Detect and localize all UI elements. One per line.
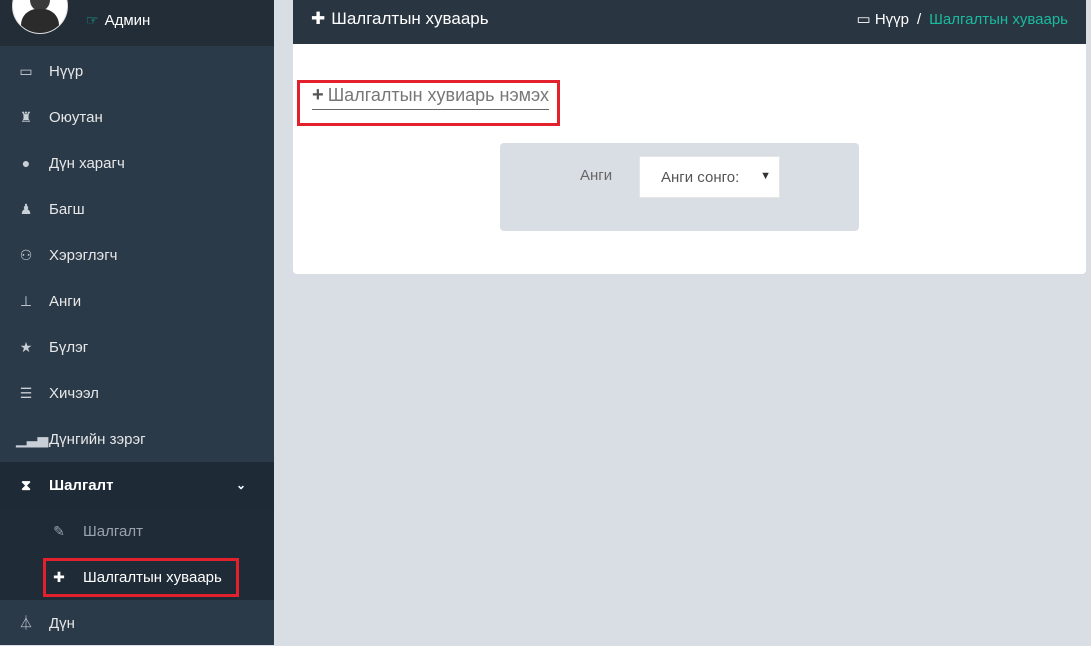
page-title: ✚ Шалгалтын хуваарь	[311, 9, 489, 29]
sidebar-item-label: Бүлэг	[49, 338, 89, 356]
sidebar-item-label: Дүн харагч	[49, 154, 125, 172]
class-filter: Анги Анги сонго: ▼	[500, 143, 859, 231]
class-filter-label: Анги	[580, 167, 613, 184]
breadcrumb-separator: /	[917, 10, 922, 28]
star-icon: ★	[19, 338, 33, 355]
breadcrumb-home[interactable]: ▭ Нүүр	[856, 10, 909, 28]
submenu-item-exams[interactable]: ✎ Шалгалт	[0, 508, 274, 554]
sidebar-item-label: Оюутан	[49, 108, 103, 126]
page-header: ✚ Шалгалтын хуваарь ▭ Нүүр / Шалгалтын х…	[293, 0, 1086, 44]
breadcrumb: ▭ Нүүр / Шалгалтын хуваарь	[856, 10, 1068, 29]
sidebar-item-label: Хичээл	[49, 384, 99, 402]
hand-pointer-icon: ☞	[86, 12, 99, 28]
page-title-text: Шалгалтын хуваарь	[331, 9, 489, 28]
flask-icon: ⏃	[19, 615, 33, 631]
sidebar-item-label: Багш	[49, 200, 85, 218]
signal-icon: ▁▃▅	[16, 430, 49, 447]
sidebar-item-users[interactable]: ⚇ Хэрэглэгч	[0, 232, 274, 278]
graduate-icon: ♜	[19, 108, 33, 125]
puzzle-icon: ✚	[311, 9, 326, 28]
pencil-icon: ✎	[53, 522, 65, 539]
highlight-box-sidebar	[43, 558, 239, 597]
sidebar-item-grade-levels[interactable]: ▁▃▅ Дүнгийн зэрэг	[0, 416, 274, 462]
sidebar-item-classes[interactable]: ⊥ Анги	[0, 278, 274, 324]
sidebar-item-teachers[interactable]: ♟ Багш	[0, 186, 274, 232]
sidebar-item-label: Дүн	[49, 614, 75, 632]
sidebar-item-grade-viewer[interactable]: ● Дүн харагч	[0, 140, 274, 186]
avatar[interactable]	[12, 0, 68, 34]
breadcrumb-current: Шалгалтын хуваарь	[929, 10, 1068, 28]
sidebar-item-label: Шалгалт	[49, 476, 114, 494]
highlight-box-main	[297, 80, 560, 126]
sidebar-item-grades[interactable]: ⏃ Дүн	[0, 600, 274, 646]
book-icon: ☰	[19, 384, 33, 401]
laptop-icon: ▭	[856, 11, 871, 28]
sidebar-item-lessons[interactable]: ☰ Хичээл	[0, 370, 274, 416]
class-select[interactable]: Анги сонго: ▼	[639, 156, 780, 198]
sidebar-item-label: Анги	[49, 292, 82, 310]
sitemap-icon: ⊥	[19, 292, 33, 309]
sidebar-item-label: Нүүр	[49, 62, 84, 80]
user-icon: ●	[21, 155, 31, 171]
sidebar-item-home[interactable]: ▭ Нүүр	[0, 48, 274, 94]
class-select-value: Анги сонго:	[661, 168, 740, 186]
sidebar-item-label: Хэрэглэгч	[49, 246, 118, 264]
caret-down-icon: ▼	[760, 170, 771, 182]
sidebar: ☞ Админ ▭ Нүүр ♜ Оюутан ● Дүн харагч ♟ Б…	[0, 0, 274, 645]
user-menu[interactable]: ☞ Админ	[86, 12, 150, 29]
sidebar-item-students[interactable]: ♜ Оюутан	[0, 94, 274, 140]
sidebar-item-exams[interactable]: ⧗ Шалгалт ⌄	[0, 462, 274, 508]
chevron-down-icon: ⌄	[235, 478, 246, 492]
hourglass-icon: ⧗	[21, 476, 31, 493]
users-icon: ⚇	[19, 246, 33, 263]
profile-area: ☞ Админ	[0, 0, 274, 46]
submenu-item-label: Шалгалт	[83, 522, 143, 540]
sidebar-item-groups[interactable]: ★ Бүлэг	[0, 324, 274, 370]
teacher-icon: ♟	[19, 200, 33, 217]
breadcrumb-home-label: Нүүр	[874, 11, 909, 28]
sidebar-item-label: Дүнгийн зэрэг	[49, 430, 146, 448]
laptop-icon: ▭	[19, 62, 33, 79]
sidebar-menu: ▭ Нүүр ♜ Оюутан ● Дүн харагч ♟ Багш ⚇ Хэ…	[0, 48, 274, 646]
user-name: Админ	[104, 12, 151, 29]
